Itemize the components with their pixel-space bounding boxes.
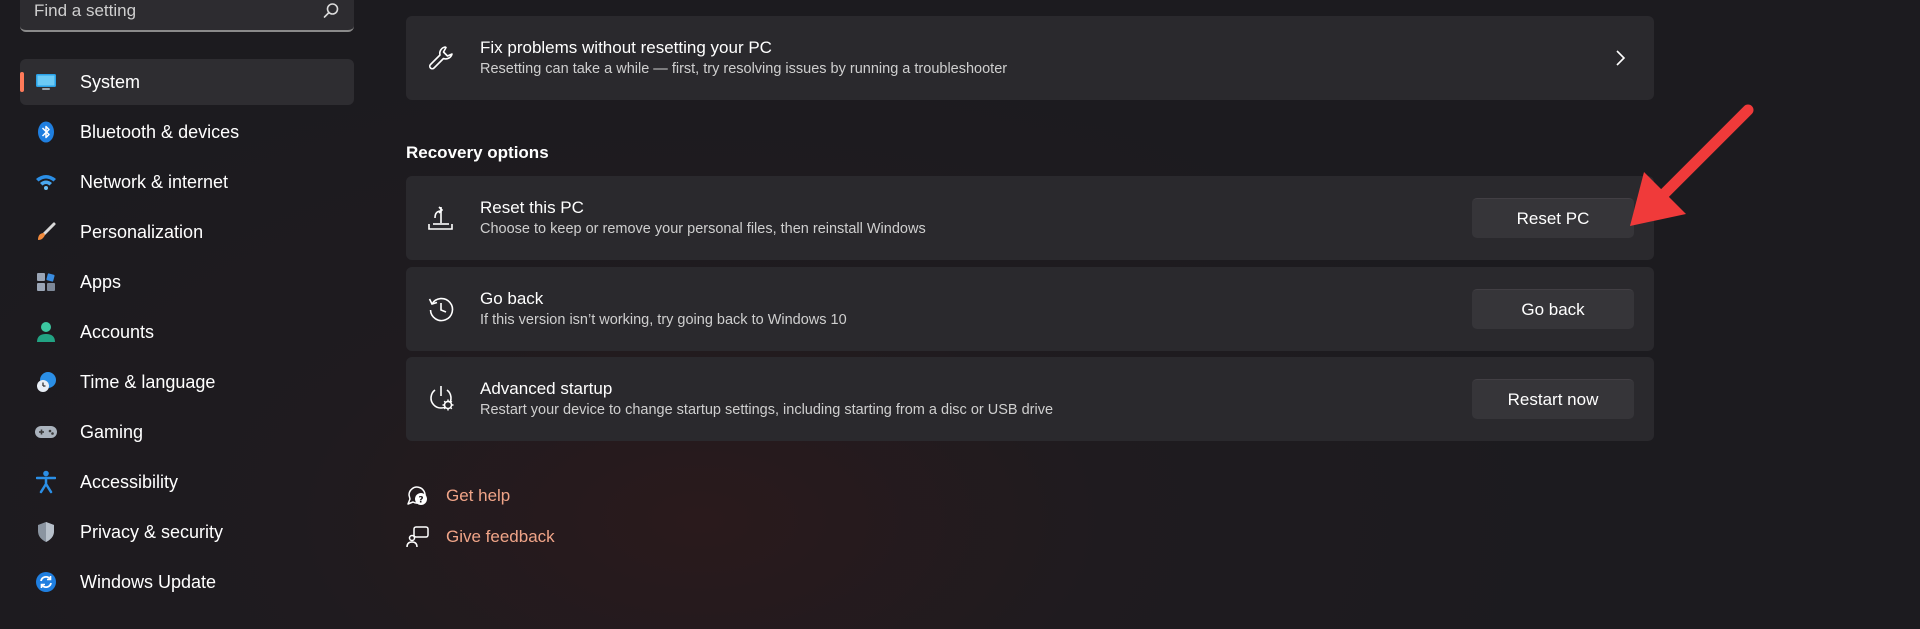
wrench-icon [426,43,456,73]
gamepad-icon [34,420,58,444]
sidebar-item-label: Accessibility [80,471,179,492]
card-description: Choose to keep or remove your personal f… [480,221,926,237]
sidebar-item-label: Windows Update [80,571,217,592]
bluetooth-icon [34,120,58,144]
go-back-button[interactable]: Go back [1472,289,1634,329]
advanced-startup-icon [426,384,456,414]
sidebar-item-label: System [80,71,141,92]
sidebar-item-label: Time & language [80,371,216,392]
card-description: Resetting can take a while — first, try … [480,61,1008,77]
section-title: Recovery options [406,143,549,162]
clock-globe-icon [34,370,58,394]
sidebar-item-system[interactable]: System [20,59,354,105]
search-icon[interactable] [322,2,340,20]
get-help-label[interactable]: Get help [446,486,510,506]
troubleshoot-card[interactable]: Fix problems without resetting your PC R… [406,16,1654,100]
system-icon [34,70,58,94]
sidebar-item-time-language[interactable]: Time & language [20,359,354,405]
card-description: Restart your device to change startup se… [480,402,1054,418]
reset-pc-card: Reset this PC Choose to keep or remove y… [406,176,1654,260]
advanced-startup-card: Advanced startup Restart your device to … [406,357,1654,441]
restart-now-button[interactable]: Restart now [1472,379,1634,419]
card-title: Fix problems without resetting your PC [480,38,772,57]
help-chat-icon: ? [406,484,430,508]
sidebar-item-label: Gaming [80,421,144,442]
feedback-icon [406,525,430,549]
get-help-link[interactable]: ? Get help [406,484,510,508]
card-title: Advanced startup [480,379,613,398]
go-back-card: Go back If this version isn’t working, t… [406,267,1654,351]
give-feedback-link[interactable]: Give feedback [406,525,555,549]
annotation-arrow [1630,104,1754,226]
sidebar-nav: System Bluetooth & devices Network & int… [20,59,354,609]
sidebar-item-privacy[interactable]: Privacy & security [20,509,354,555]
reset-icon [426,203,456,233]
card-title: Reset this PC [480,198,584,217]
svg-text:?: ? [418,496,423,506]
wifi-icon [34,170,58,194]
sidebar-item-label: Apps [80,271,122,292]
card-description: If this version isn’t working, try going… [480,312,847,328]
person-icon [34,320,58,344]
sidebar-item-gaming[interactable]: Gaming [20,409,354,455]
sidebar-item-network[interactable]: Network & internet [20,159,354,205]
sidebar-item-label: Accounts [80,321,155,342]
history-icon [426,294,456,324]
sidebar-item-label: Network & internet [80,171,229,192]
give-feedback-label[interactable]: Give feedback [446,527,555,547]
sidebar-item-label: Privacy & security [80,521,224,542]
search-box[interactable]: Find a setting [20,0,354,32]
sidebar-item-personalization[interactable]: Personalization [20,209,354,255]
reset-pc-button[interactable]: Reset PC [1472,198,1634,238]
brush-icon [34,220,58,244]
sidebar-item-apps[interactable]: Apps [20,259,354,305]
sidebar-item-bluetooth[interactable]: Bluetooth & devices [20,109,354,155]
search-input[interactable]: Find a setting [34,1,322,21]
sidebar-item-accessibility[interactable]: Accessibility [20,459,354,505]
card-title: Go back [480,289,544,308]
chevron-right-icon[interactable] [1610,49,1630,67]
accessibility-icon [34,470,58,494]
shield-icon [34,520,58,544]
apps-icon [34,270,58,294]
sidebar-item-label: Bluetooth & devices [80,121,240,142]
sidebar-item-label: Personalization [80,221,204,242]
update-icon [34,570,58,594]
sidebar-item-accounts[interactable]: Accounts [20,309,354,355]
sidebar-item-windows-update[interactable]: Windows Update [20,559,354,605]
